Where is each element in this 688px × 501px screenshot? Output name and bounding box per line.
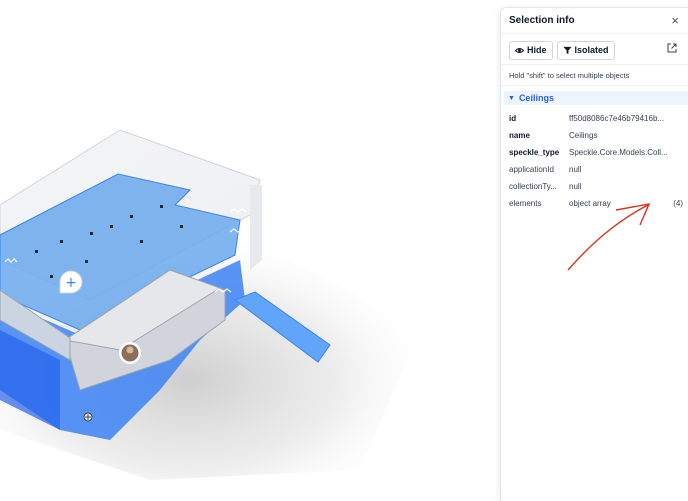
selection-info-panel: Selection info × Hide Isolated Hold "shi… [500,7,688,501]
properties-list: id ff50d8086c7e46b79416b... name Ceiling… [501,105,688,212]
property-key: speckle_type [509,148,560,157]
external-link-icon[interactable] [667,43,677,53]
property-key: id [509,114,517,123]
eye-icon [515,47,524,53]
elements-count: (4) [673,199,683,208]
property-key: name [509,131,530,140]
avatar[interactable] [119,342,141,364]
panel-title: Selection info [509,15,575,26]
property-key: applicationId [509,165,554,174]
panel-header: Selection info × [501,8,688,34]
property-value: ff50d8086c7e46b79416b... [569,114,665,123]
property-row-speckle-type[interactable]: speckle_type Speckle.Core.Models.Coll... [509,144,688,161]
property-row-name[interactable]: name Ceilings [509,127,688,144]
property-value: Ceilings [569,131,598,140]
property-value: object array [569,199,611,208]
chevron-down-icon: ▼ [508,94,515,102]
selection-hint: Hold "shift" to select multiple objects [501,65,688,86]
property-key: collectionTy... [509,182,557,191]
close-button[interactable]: × [671,14,679,27]
property-key: elements [509,199,542,208]
property-row-application-id[interactable]: applicationId null [509,161,688,178]
panel-toolbar: Hide Isolated [501,34,688,65]
property-row-collection-type[interactable]: collectionTy... null [509,178,688,195]
property-value: null [569,182,582,191]
location-marker-icon[interactable] [83,412,93,422]
hide-button[interactable]: Hide [509,40,553,60]
svg-text:+: + [65,275,77,291]
isolated-button-label: Isolated [574,45,609,55]
isolated-button[interactable]: Isolated [556,40,615,60]
property-row-id[interactable]: id ff50d8086c7e46b79416b... [509,110,688,127]
hide-button-label: Hide [527,45,547,55]
add-comment-marker[interactable]: + [59,270,83,294]
building-model[interactable]: + [0,0,500,500]
property-row-elements[interactable]: elements object array (4) [509,195,688,212]
property-value: null [569,165,582,174]
property-value: Speckle.Core.Models.Coll... [569,148,668,157]
section-title: Ceilings [518,93,554,103]
3d-viewer[interactable]: + [0,0,500,500]
glass-wall [250,185,262,270]
filter-icon [562,46,572,54]
section-header-ceilings[interactable]: ▼ Ceilings [504,91,688,105]
